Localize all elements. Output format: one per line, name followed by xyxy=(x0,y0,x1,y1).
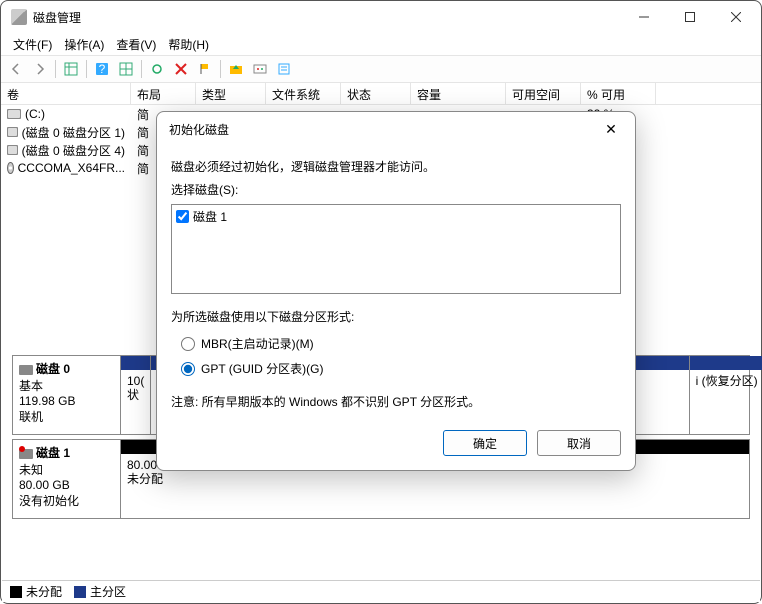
partition-bar xyxy=(690,356,762,370)
disk-info: 磁盘 0基本119.98 GB联机 xyxy=(13,356,121,434)
app-icon xyxy=(11,9,27,25)
properties-icon[interactable] xyxy=(273,58,295,80)
disk-info: 磁盘 1未知80.00 GB没有初始化 xyxy=(13,440,121,518)
col-status[interactable]: 状态 xyxy=(341,83,411,104)
partition-line2: 未分配 xyxy=(127,472,743,486)
volume-name: (磁盘 0 磁盘分区 4) xyxy=(22,142,125,159)
disk-type: 未知 xyxy=(19,461,114,478)
col-layout[interactable]: 布局 xyxy=(131,83,196,104)
titlebar: 磁盘管理 xyxy=(1,1,761,33)
volume-name: (C:) xyxy=(25,107,45,121)
flag-icon[interactable] xyxy=(194,58,216,80)
select-disk-label: 选择磁盘(S): xyxy=(171,181,621,198)
dialog-message: 磁盘必须经过初始化，逻辑磁盘管理器才能访问。 xyxy=(171,158,621,175)
grid-icon[interactable] xyxy=(115,58,137,80)
dialog-title: 初始化磁盘 xyxy=(169,121,229,138)
radio-gpt-label: GPT (GUID 分区表)(G) xyxy=(201,360,323,377)
partition-style-label: 为所选磁盘使用以下磁盘分区形式: xyxy=(171,308,621,325)
radio-mbr[interactable] xyxy=(181,337,195,351)
disk-item-label: 磁盘 1 xyxy=(193,208,227,225)
disk-label: 磁盘 0 xyxy=(36,362,70,376)
radio-mbr-row[interactable]: MBR(主启动记录)(M) xyxy=(171,331,621,356)
forward-icon[interactable] xyxy=(29,58,51,80)
minimize-button[interactable] xyxy=(621,2,667,32)
menu-view[interactable]: 查看(V) xyxy=(110,34,162,55)
volume-name: (磁盘 0 磁盘分区 1) xyxy=(22,124,125,141)
radio-gpt-row[interactable]: GPT (GUID 分区表)(G) xyxy=(171,356,621,381)
folder-up-icon[interactable] xyxy=(225,58,247,80)
disk-icon xyxy=(19,365,33,375)
disk-status: 联机 xyxy=(19,408,114,425)
menu-file[interactable]: 文件(F) xyxy=(7,34,58,55)
disk-size: 80.00 GB xyxy=(19,478,114,492)
partition[interactable]: i (恢复分区) xyxy=(689,356,762,434)
cancel-button[interactable]: 取消 xyxy=(537,430,621,456)
col-fs[interactable]: 文件系统 xyxy=(266,83,341,104)
legend-unalloc-label: 未分配 xyxy=(26,583,62,600)
partition-line2: 状 xyxy=(127,388,144,402)
refresh-icon[interactable] xyxy=(146,58,168,80)
col-free[interactable]: 可用空间 xyxy=(506,83,581,104)
legend-primary-swatch xyxy=(74,586,86,598)
col-pct[interactable]: % 可用 xyxy=(581,83,656,104)
volume-name: CCCOMA_X64FR... xyxy=(18,161,125,175)
disk-icon xyxy=(19,449,33,459)
delete-icon[interactable] xyxy=(170,58,192,80)
initialize-disk-dialog: 初始化磁盘 ✕ 磁盘必须经过初始化，逻辑磁盘管理器才能访问。 选择磁盘(S): … xyxy=(156,111,636,471)
volume-icon xyxy=(7,127,18,137)
radio-gpt[interactable] xyxy=(181,362,195,376)
disk-item-checkbox[interactable] xyxy=(176,210,189,223)
partition[interactable]: 10(状 xyxy=(121,356,150,434)
disk-type: 基本 xyxy=(19,377,114,394)
col-type[interactable]: 类型 xyxy=(196,83,266,104)
toolbar: ? xyxy=(1,55,761,83)
svg-text:?: ? xyxy=(99,62,106,76)
view-list-icon[interactable] xyxy=(60,58,82,80)
cd-icon xyxy=(7,162,14,174)
maximize-button[interactable] xyxy=(667,2,713,32)
volume-icon xyxy=(7,109,21,119)
col-volume[interactable]: 卷 xyxy=(1,83,131,104)
disk-select-list[interactable]: 磁盘 1 xyxy=(171,204,621,294)
window-controls xyxy=(621,2,759,32)
volume-icon xyxy=(7,145,18,155)
back-icon[interactable] xyxy=(5,58,27,80)
menu-help[interactable]: 帮助(H) xyxy=(162,34,215,55)
col-capacity[interactable]: 容量 xyxy=(411,83,506,104)
legend-primary-label: 主分区 xyxy=(90,583,126,600)
partition-bar xyxy=(121,356,150,370)
menu-action[interactable]: 操作(A) xyxy=(58,34,110,55)
volume-list-header: 卷 布局 类型 文件系统 状态 容量 可用空间 % 可用 xyxy=(1,83,761,105)
legend: 未分配 主分区 xyxy=(2,580,760,602)
ok-button[interactable]: 确定 xyxy=(443,430,527,456)
legend-unalloc-swatch xyxy=(10,586,22,598)
partition-line2: i (恢复分区) xyxy=(696,374,762,388)
disk-size: 119.98 GB xyxy=(19,394,114,408)
settings-icon[interactable] xyxy=(249,58,271,80)
close-button[interactable] xyxy=(713,2,759,32)
disk-label: 磁盘 1 xyxy=(36,446,70,460)
dialog-note: 注意: 所有早期版本的 Windows 都不识别 GPT 分区形式。 xyxy=(171,393,621,410)
radio-mbr-label: MBR(主启动记录)(M) xyxy=(201,335,314,352)
partition-line1: 10( xyxy=(127,374,144,388)
dialog-close-button[interactable]: ✕ xyxy=(599,121,623,138)
disk-status: 没有初始化 xyxy=(19,492,114,509)
disk-item[interactable]: 磁盘 1 xyxy=(174,207,618,226)
window-title: 磁盘管理 xyxy=(33,9,621,26)
help-icon[interactable]: ? xyxy=(91,58,113,80)
menubar: 文件(F) 操作(A) 查看(V) 帮助(H) xyxy=(1,33,761,55)
